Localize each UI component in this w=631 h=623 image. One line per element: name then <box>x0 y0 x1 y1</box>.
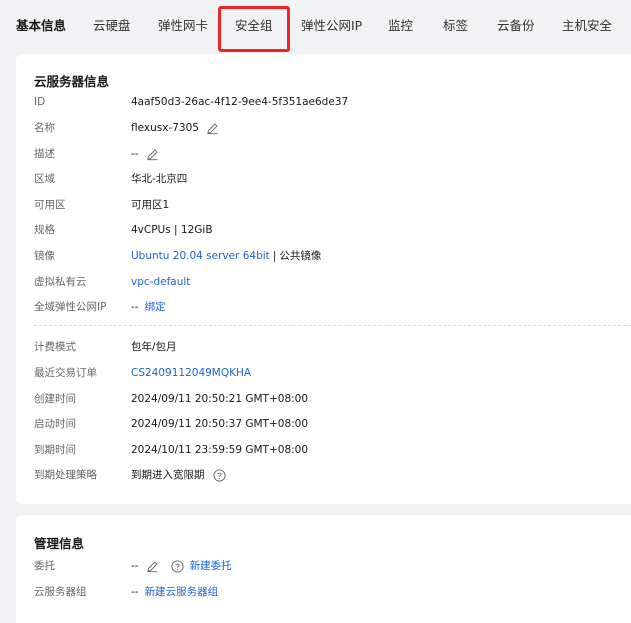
row-delegation: 委托 -- 新建委托 <box>34 557 631 575</box>
vpc-label: 虚拟私有云 <box>34 276 87 288</box>
description-label: 描述 <box>34 148 55 160</box>
image-type: 公共镜像 <box>279 250 322 262</box>
tab-monitoring[interactable]: 监控 <box>388 17 413 35</box>
region-label: 区域 <box>34 173 55 185</box>
row-server-group: 云服务器组 -- 新建云服务器组 <box>34 583 631 601</box>
server-group-value: -- <box>131 586 139 598</box>
created-label: 创建时间 <box>34 393 76 405</box>
management-info-card: 管理信息 委托 -- 新建委托 云服务器组 -- 新建云服务器组 <box>16 515 631 623</box>
section-divider <box>34 325 631 326</box>
name-label: 名称 <box>34 122 55 134</box>
row-eip: 全域弹性公网IP -- 绑定 <box>34 298 631 316</box>
edit-icon[interactable] <box>146 148 159 161</box>
order-label: 最近交易订单 <box>34 367 97 379</box>
row-description: 描述 -- <box>34 145 631 163</box>
server-info-title: 云服务器信息 <box>34 74 110 89</box>
row-spec: 规格 4vCPUs | 12GiB <box>34 221 631 239</box>
az-label: 可用区 <box>34 199 66 211</box>
tab-elastic-ip[interactable]: 弹性公网IP <box>301 17 362 35</box>
row-name: 名称 flexusx-7305 <box>34 119 631 137</box>
row-az: 可用区 可用区1 <box>34 196 631 214</box>
tab-cloud-disk[interactable]: 云硬盘 <box>93 17 131 35</box>
expires-value: 2024/10/11 23:59:59 GMT+08:00 <box>131 444 309 456</box>
row-started: 启动时间 2024/09/11 20:50:37 GMT+08:00 <box>34 415 631 433</box>
order-link[interactable]: CS2409112049MQKHA <box>131 364 251 382</box>
created-value: 2024/09/11 20:50:21 GMT+08:00 <box>131 393 309 405</box>
billing-label: 计费模式 <box>34 341 76 353</box>
tab-network-card[interactable]: 弹性网卡 <box>158 17 208 35</box>
help-icon[interactable] <box>212 468 226 482</box>
server-info-card: 云服务器信息 ID 4aaf50d3-26ac-4f12-9ee4-5f351a… <box>16 54 631 504</box>
description-value-wrap: -- <box>131 145 159 163</box>
expiry-policy-value: 到期进入宽限期 <box>131 469 205 481</box>
new-server-group-link[interactable]: 新建云服务器组 <box>145 583 219 601</box>
vpc-link[interactable]: vpc-default <box>131 273 190 291</box>
row-expires: 到期时间 2024/10/11 23:59:59 GMT+08:00 <box>34 441 631 459</box>
started-label: 启动时间 <box>34 418 76 430</box>
row-expiry-policy: 到期处理策略 到期进入宽限期 <box>34 466 631 484</box>
name-value: flexusx-7305 <box>131 122 199 134</box>
row-billing: 计费模式 包年/包月 <box>34 338 631 356</box>
row-region: 区域 华北-北京四 <box>34 170 631 188</box>
row-vpc: 虚拟私有云 vpc-default <box>34 273 631 291</box>
delegation-label: 委托 <box>34 560 55 572</box>
server-group-label: 云服务器组 <box>34 586 87 598</box>
vpc-value-wrap: vpc-default <box>131 273 190 291</box>
expiry-policy-value-wrap: 到期进入宽限期 <box>131 466 226 484</box>
image-link[interactable]: Ubuntu 20.04 server 64bit <box>131 247 270 265</box>
new-delegation-link[interactable]: 新建委托 <box>190 557 232 575</box>
spec-value: 4vCPUs | 12GiB <box>131 224 213 236</box>
eip-value: -- <box>131 301 139 313</box>
delegation-value-wrap: -- 新建委托 <box>131 557 232 575</box>
bind-eip-link[interactable]: 绑定 <box>145 298 166 316</box>
row-id: ID 4aaf50d3-26ac-4f12-9ee4-5f351ae6de37 <box>34 93 631 111</box>
security-group-highlight <box>218 6 290 52</box>
help-icon[interactable] <box>171 559 184 573</box>
az-value: 可用区1 <box>131 199 170 211</box>
image-label: 镜像 <box>34 250 55 262</box>
server-group-value-wrap: -- 新建云服务器组 <box>131 583 218 601</box>
id-label: ID <box>34 96 46 108</box>
tab-cloud-backup[interactable]: 云备份 <box>497 17 535 35</box>
expiry-policy-label: 到期处理策略 <box>34 469 97 481</box>
delegation-value: -- <box>131 560 139 572</box>
region-value: 华北-北京四 <box>131 173 188 185</box>
tab-tags[interactable]: 标签 <box>443 17 468 35</box>
id-value: 4aaf50d3-26ac-4f12-9ee4-5f351ae6de37 <box>131 96 349 108</box>
tab-host-security[interactable]: 主机安全 <box>562 17 612 35</box>
eip-label: 全域弹性公网IP <box>34 301 107 313</box>
image-separator: | <box>272 250 277 262</box>
image-value-wrap: Ubuntu 20.04 server 64bit | 公共镜像 <box>131 247 321 265</box>
edit-icon[interactable] <box>146 560 159 573</box>
tab-basic-info[interactable]: 基本信息 <box>16 17 66 35</box>
eip-value-wrap: -- 绑定 <box>131 298 166 316</box>
row-order: 最近交易订单 CS2409112049MQKHA <box>34 364 631 382</box>
started-value: 2024/09/11 20:50:37 GMT+08:00 <box>131 418 309 430</box>
management-title: 管理信息 <box>34 536 85 551</box>
order-value-wrap: CS2409112049MQKHA <box>131 364 251 382</box>
spec-label: 规格 <box>34 224 55 236</box>
tab-bar: 基本信息 云硬盘 弹性网卡 安全组 弹性公网IP 监控 标签 云备份 主机安全 <box>0 0 631 52</box>
expires-label: 到期时间 <box>34 444 76 456</box>
billing-value: 包年/包月 <box>131 341 177 353</box>
row-created: 创建时间 2024/09/11 20:50:21 GMT+08:00 <box>34 390 631 408</box>
name-value-wrap: flexusx-7305 <box>131 119 219 137</box>
description-value: -- <box>131 148 139 160</box>
edit-icon[interactable] <box>206 122 219 135</box>
row-image: 镜像 Ubuntu 20.04 server 64bit | 公共镜像 <box>34 247 631 265</box>
